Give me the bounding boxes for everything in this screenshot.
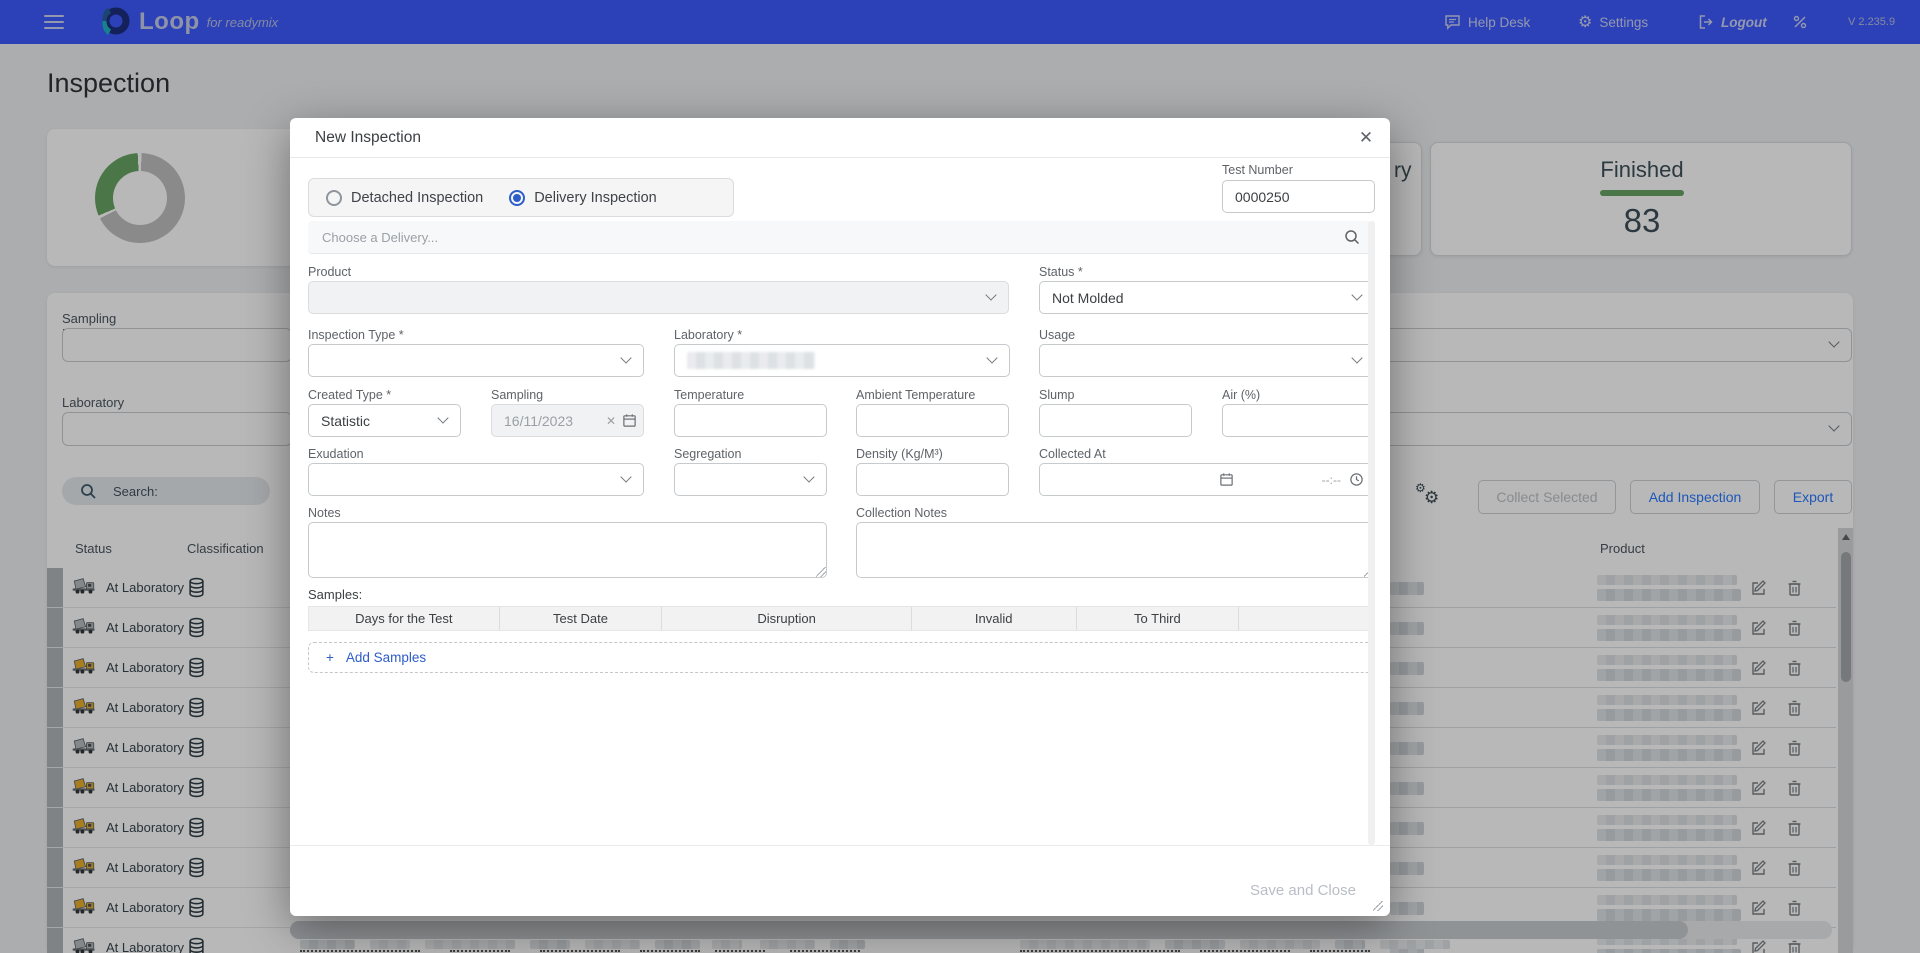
samples-column-header <box>1239 607 1373 630</box>
sampling-date-value: 16/11/2023 <box>504 413 606 429</box>
divider <box>290 845 1390 846</box>
radio-label: Detached Inspection <box>351 190 483 206</box>
calendar-icon[interactable] <box>622 413 637 428</box>
density-field: Density (Kg/M³) <box>856 447 1009 496</box>
exudation-select[interactable] <box>308 463 644 496</box>
choose-delivery-placeholder: Choose a Delivery... <box>322 230 1344 245</box>
created-type-value: Statistic <box>321 413 370 429</box>
radio-unselected-icon <box>326 190 342 206</box>
inspection-kind-radio-group: Detached Inspection Delivery Inspection <box>308 178 734 217</box>
test-number-label: Test Number <box>1222 163 1375 176</box>
ambient-temperature-input[interactable] <box>856 404 1009 437</box>
save-and-close-button[interactable]: Save and Close <box>1240 873 1366 907</box>
chevron-down-icon <box>1351 352 1362 363</box>
sampling-date-input[interactable]: 16/11/2023 ✕ <box>491 404 644 437</box>
dialog-title: New Inspection <box>315 129 421 147</box>
add-samples-label: Add Samples <box>346 650 426 665</box>
chevron-down-icon <box>803 471 814 482</box>
usage-select[interactable] <box>1039 344 1375 377</box>
ambient-temperature-field: Ambient Temperature <box>856 388 1009 437</box>
samples-column-header: Disruption <box>662 607 912 630</box>
chevron-down-icon <box>620 352 631 363</box>
samples-table-header: Days for the TestTest DateDisruptionInva… <box>308 606 1374 631</box>
clear-icon[interactable]: ✕ <box>606 414 616 428</box>
usage-field: Usage <box>1039 328 1375 377</box>
temperature-input[interactable] <box>674 404 827 437</box>
created-type-select[interactable]: Statistic <box>308 404 461 437</box>
segregation-field: Segregation <box>674 447 827 496</box>
collected-at-input[interactable]: --:-- <box>1039 463 1375 496</box>
notes-textarea[interactable] <box>308 522 827 578</box>
collection-notes-textarea[interactable] <box>856 522 1375 578</box>
laboratory-select[interactable] <box>674 344 1010 377</box>
resize-handle-icon[interactable] <box>816 567 826 577</box>
samples-column-header: Invalid <box>912 607 1077 630</box>
status-field: Status * Not Molded <box>1039 265 1375 314</box>
chevron-down-icon <box>986 352 997 363</box>
divider <box>290 157 1390 158</box>
chevron-down-icon <box>620 471 631 482</box>
slump-input[interactable] <box>1039 404 1192 437</box>
test-number-value: 0000250 <box>1235 189 1290 205</box>
radio-delivery-inspection[interactable]: Delivery Inspection <box>509 190 657 206</box>
slump-field: Slump <box>1039 388 1192 437</box>
radio-label: Delivery Inspection <box>534 190 657 206</box>
collection-notes-label: Collection Notes <box>856 506 947 519</box>
modal-scrollbar[interactable] <box>1368 221 1375 845</box>
test-number-field: Test Number 0000250 <box>1222 163 1375 213</box>
sampling-field: Sampling 16/11/2023 ✕ <box>491 388 644 437</box>
chevron-down-icon <box>437 412 448 423</box>
dialog-resize-handle-icon[interactable] <box>1373 901 1383 911</box>
product-field: Product <box>308 265 1009 314</box>
created-type-field: Created Type * Statistic <box>308 388 461 437</box>
inspection-type-select[interactable] <box>308 344 644 377</box>
radio-detached-inspection[interactable]: Detached Inspection <box>326 190 483 206</box>
air-field: Air (%) <box>1222 388 1375 437</box>
clock-icon[interactable] <box>1349 472 1364 487</box>
product-select[interactable] <box>308 281 1009 314</box>
test-number-input[interactable]: 0000250 <box>1222 180 1375 213</box>
samples-column-header: Days for the Test <box>309 607 500 630</box>
plus-icon: + <box>326 650 334 665</box>
radio-selected-icon <box>509 190 525 206</box>
samples-label: Samples: <box>308 587 362 602</box>
air-input[interactable] <box>1222 404 1375 437</box>
time-placeholder: --:-- <box>1322 473 1341 487</box>
samples-column-header: To Third <box>1077 607 1240 630</box>
density-input[interactable] <box>856 463 1009 496</box>
inspection-type-field: Inspection Type * <box>308 328 644 377</box>
samples-column-header: Test Date <box>500 607 663 630</box>
status-value: Not Molded <box>1052 290 1124 306</box>
choose-delivery-search-input[interactable]: Choose a Delivery... <box>308 221 1375 254</box>
collected-at-field: Collected At --:-- <box>1039 447 1375 496</box>
segregation-select[interactable] <box>674 463 827 496</box>
new-inspection-dialog: New Inspection ✕ Detached Inspection Del… <box>290 118 1390 916</box>
exudation-field: Exudation <box>308 447 644 496</box>
notes-label: Notes <box>308 506 341 519</box>
calendar-icon[interactable] <box>1219 472 1234 487</box>
add-samples-button[interactable]: + Add Samples <box>308 642 1374 673</box>
chevron-down-icon <box>985 289 996 300</box>
temperature-field: Temperature <box>674 388 827 437</box>
close-icon[interactable]: ✕ <box>1352 124 1380 152</box>
laboratory-field: Laboratory * <box>674 328 1010 377</box>
search-icon <box>1344 229 1361 246</box>
redacted-laboratory-value <box>687 352 815 369</box>
chevron-down-icon <box>1351 289 1362 300</box>
status-select[interactable]: Not Molded <box>1039 281 1375 314</box>
